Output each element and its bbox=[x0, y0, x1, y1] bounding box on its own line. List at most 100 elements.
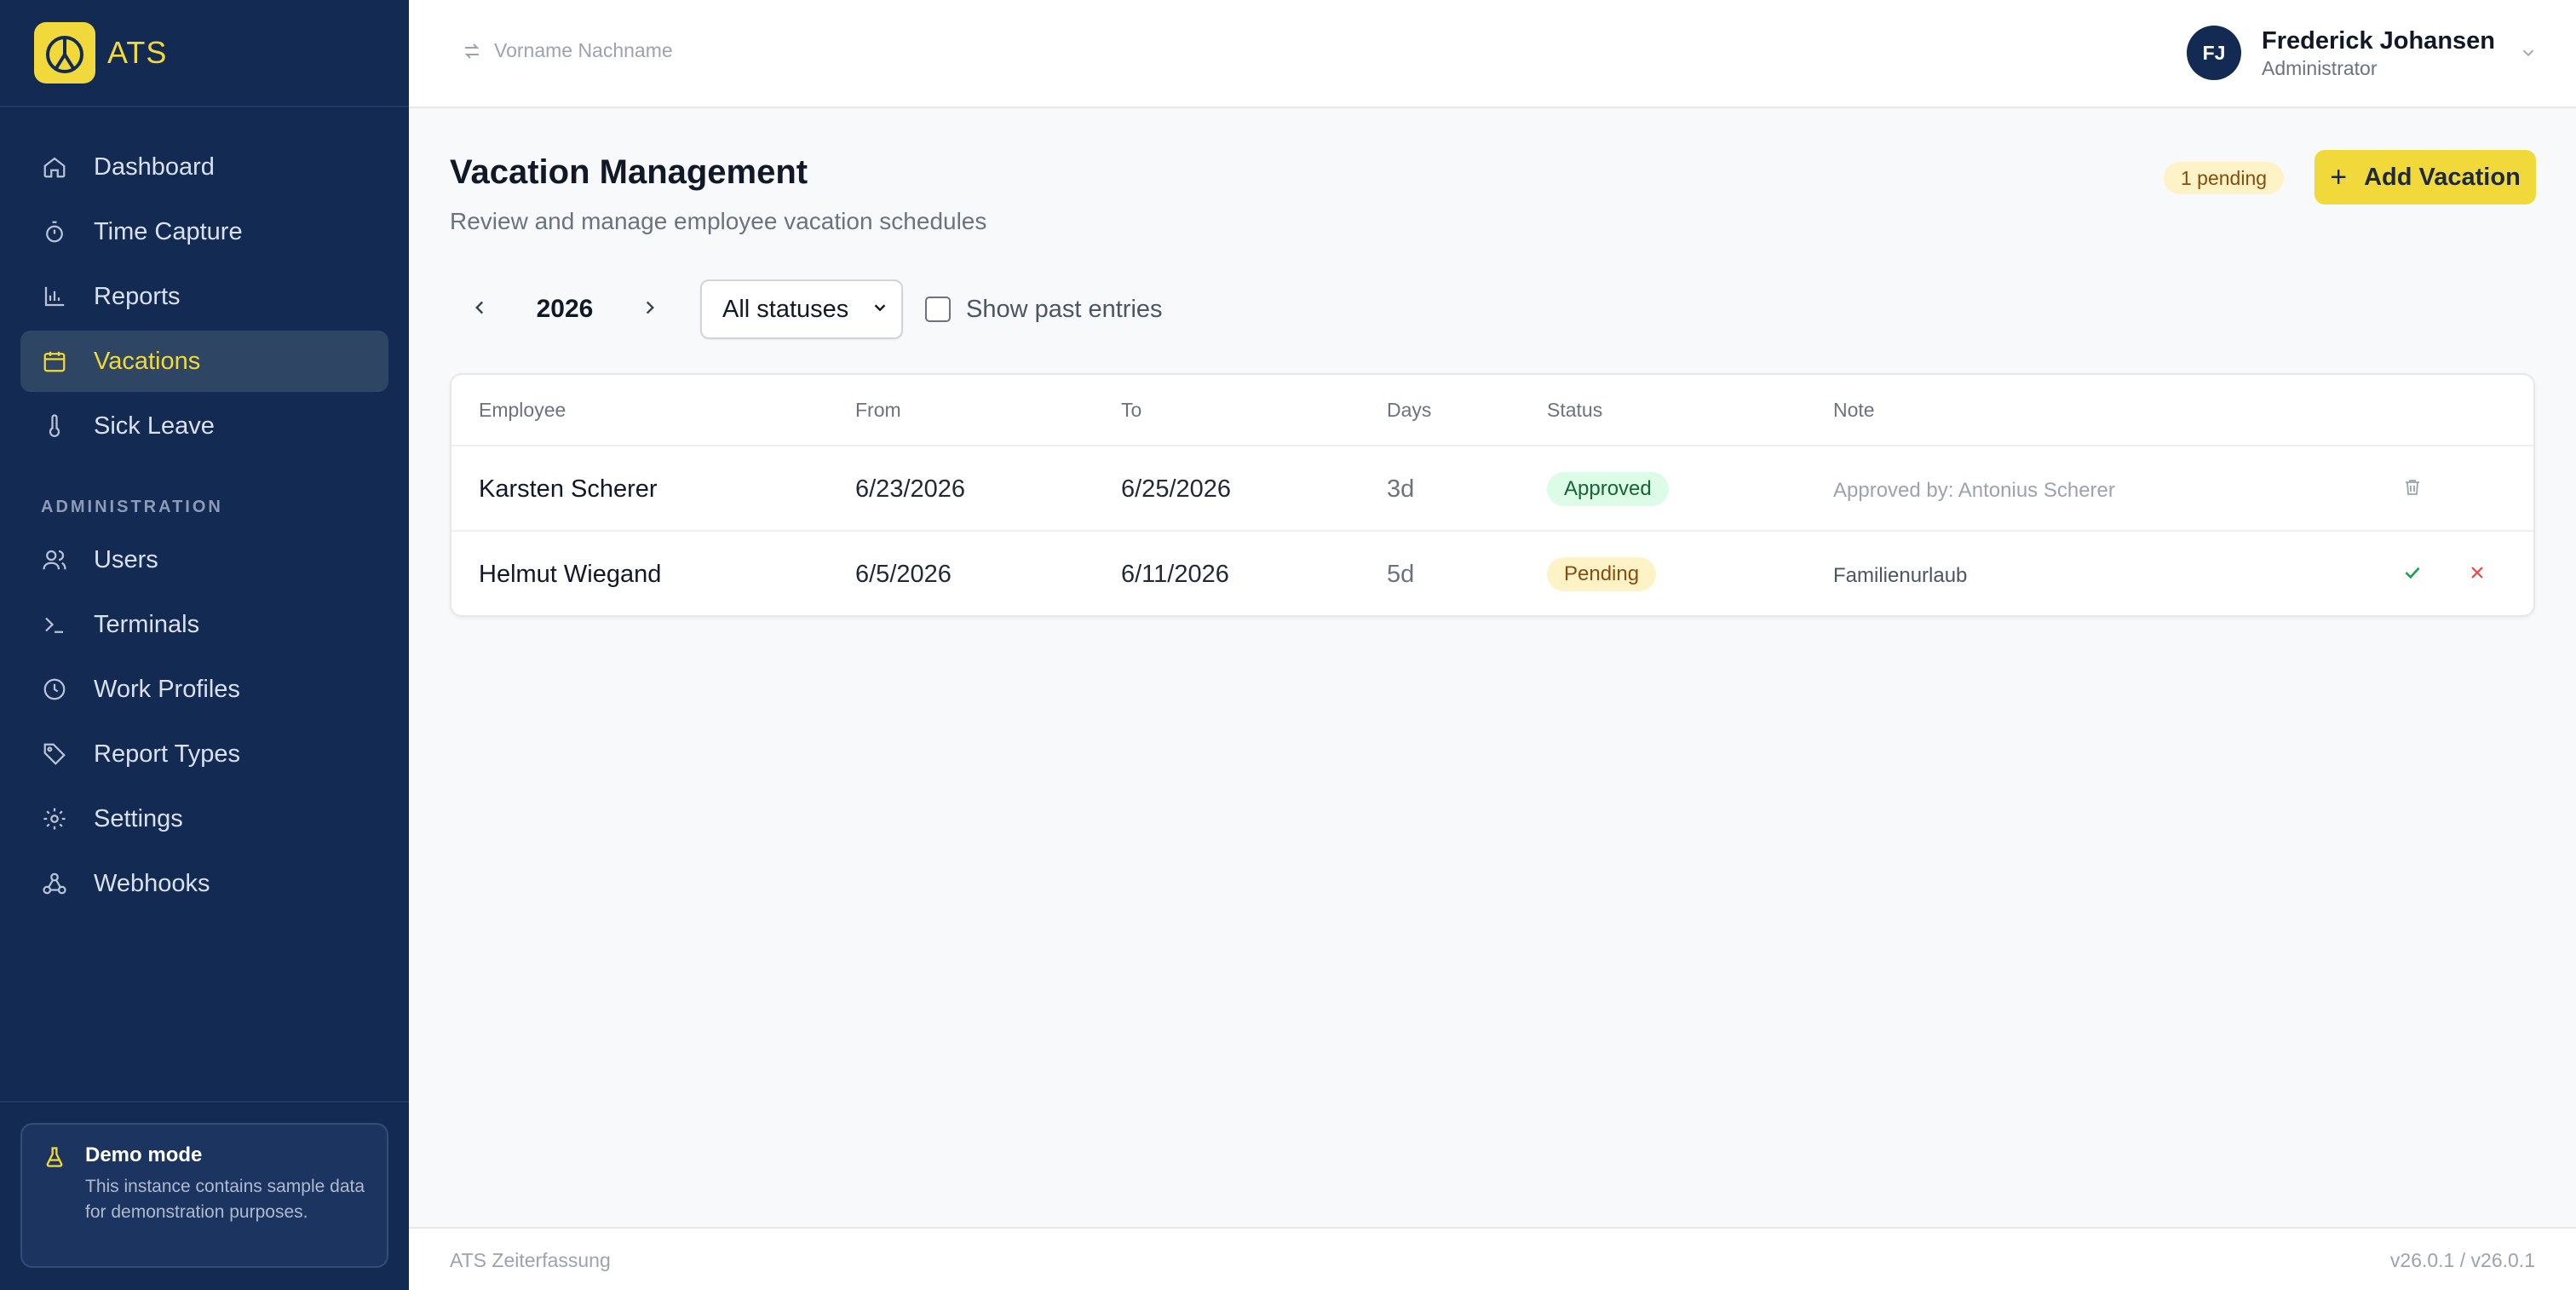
to-date: 6/25/2026 bbox=[1121, 475, 1232, 503]
swap-arrows-icon bbox=[462, 41, 482, 61]
sidebar-item-label: Dashboard bbox=[94, 153, 215, 181]
tag-icon bbox=[41, 740, 68, 768]
table-row: Karsten Scherer 6/23/2026 6/25/2026 3d A… bbox=[451, 446, 2533, 532]
sidebar-item-webhooks[interactable]: Webhooks bbox=[20, 853, 388, 914]
status-badge: Approved bbox=[1547, 472, 1669, 506]
trash-icon bbox=[2402, 477, 2423, 502]
delete-button[interactable] bbox=[2399, 475, 2426, 503]
footer: ATS Zeiterfassung v26.0.1 / v26.0.1 bbox=[409, 1227, 2576, 1290]
previous-year-button[interactable] bbox=[450, 279, 509, 339]
column-header-note: Note bbox=[1833, 399, 1875, 421]
chevron-down-icon bbox=[871, 296, 889, 324]
column-header-employee[interactable]: Employee bbox=[479, 399, 566, 422]
table-row: Helmut Wiegand 6/5/2026 6/11/2026 5d Pen… bbox=[451, 532, 2533, 617]
main-nav: Dashboard Time Capture Reports Vacations… bbox=[0, 107, 409, 914]
show-past-toggle[interactable]: Show past entries bbox=[925, 296, 1163, 324]
demo-mode-notice: Demo mode This instance contains sample … bbox=[20, 1123, 388, 1268]
status-badge: Pending bbox=[1547, 557, 1657, 591]
from-date: 6/5/2026 bbox=[855, 561, 952, 588]
sidebar-item-label: Report Types bbox=[94, 740, 240, 768]
sidebar-item-terminals[interactable]: Terminals bbox=[20, 594, 388, 655]
sidebar-item-label: Sick Leave bbox=[94, 412, 215, 440]
days-count: 3d bbox=[1387, 475, 1415, 503]
thermometer-icon bbox=[41, 412, 68, 440]
days-count: 5d bbox=[1387, 561, 1415, 588]
chevron-right-icon bbox=[639, 297, 661, 323]
demo-text: This instance contains sample data for d… bbox=[85, 1177, 365, 1222]
column-header-from[interactable]: From bbox=[855, 399, 901, 422]
brand-name: ATS bbox=[107, 35, 168, 70]
clock-icon bbox=[41, 676, 68, 703]
sidebar-item-label: Reports bbox=[94, 282, 181, 310]
note-text: Approved by: Antonius Scherer bbox=[1833, 479, 2115, 502]
sidebar-item-sick-leave[interactable]: Sick Leave bbox=[20, 395, 388, 457]
brand[interactable]: ATS bbox=[0, 0, 409, 107]
demo-title: Demo mode bbox=[85, 1143, 203, 1166]
employee-switcher-placeholder: Vorname Nachname bbox=[494, 39, 673, 61]
column-header-days[interactable]: Days bbox=[1387, 399, 1431, 422]
table-header: Employee From To Days Status Note bbox=[451, 375, 2533, 446]
sidebar-item-users[interactable]: Users bbox=[20, 529, 388, 590]
chevron-down-icon bbox=[2519, 43, 2538, 62]
sidebar-divider bbox=[0, 1101, 409, 1103]
employee-name: Karsten Scherer bbox=[479, 475, 658, 503]
employee-name: Helmut Wiegand bbox=[479, 561, 662, 588]
bar-chart-icon bbox=[41, 283, 68, 310]
sidebar-item-settings[interactable]: Settings bbox=[20, 788, 388, 849]
sidebar-item-report-types[interactable]: Report Types bbox=[20, 723, 388, 785]
year-display: 2026 bbox=[536, 295, 594, 323]
flask-icon bbox=[43, 1143, 66, 1266]
chevron-left-icon bbox=[469, 297, 491, 323]
user-menu[interactable]: FJ Frederick Johansen Administrator bbox=[2187, 26, 2538, 80]
page-title: Vacation Management bbox=[450, 153, 808, 191]
sidebar-item-label: Settings bbox=[94, 804, 183, 832]
sidebar-item-label: Time Capture bbox=[94, 217, 243, 245]
show-past-checkbox[interactable] bbox=[925, 297, 951, 322]
sidebar-item-work-profiles[interactable]: Work Profiles bbox=[20, 659, 388, 720]
footer-version: v26.0.1 / v26.0.1 bbox=[2389, 1249, 2535, 1271]
avatar: FJ bbox=[2187, 26, 2241, 80]
sidebar-item-time-capture[interactable]: Time Capture bbox=[20, 201, 388, 262]
user-name: Frederick Johansen bbox=[2262, 27, 2495, 55]
plus-icon: + bbox=[2330, 160, 2348, 193]
sidebar-item-label: Webhooks bbox=[94, 869, 210, 897]
footer-app-name: ATS Zeiterfassung bbox=[450, 1249, 611, 1271]
stopwatch-icon bbox=[41, 218, 68, 245]
column-header-status[interactable]: Status bbox=[1547, 399, 1602, 422]
next-year-button[interactable] bbox=[620, 279, 680, 339]
status-filter-value: All statuses bbox=[722, 295, 849, 323]
column-header-to[interactable]: To bbox=[1121, 399, 1141, 422]
to-date: 6/11/2026 bbox=[1121, 561, 1229, 588]
show-past-label: Show past entries bbox=[966, 295, 1163, 323]
vacation-table: Employee From To Days Status Note Karste… bbox=[450, 373, 2535, 617]
status-filter-select[interactable]: All statuses bbox=[700, 279, 903, 339]
calendar-icon bbox=[41, 348, 68, 375]
reject-button[interactable] bbox=[2464, 561, 2491, 588]
add-vacation-label: Add Vacation bbox=[2364, 163, 2521, 191]
sidebar-item-dashboard[interactable]: Dashboard bbox=[20, 136, 388, 198]
close-icon bbox=[2467, 562, 2487, 587]
add-vacation-button[interactable]: + Add Vacation bbox=[2314, 150, 2536, 204]
sidebar: ATS Dashboard Time Capture Reports Vacat… bbox=[0, 0, 409, 1290]
pending-count-badge: 1 pending bbox=[2164, 162, 2285, 194]
sidebar-item-label: Vacations bbox=[94, 347, 201, 375]
employee-switcher[interactable]: Vorname Nachname bbox=[462, 39, 673, 62]
note-text: Familienurlaub bbox=[1833, 564, 1968, 587]
check-icon bbox=[2401, 561, 2424, 588]
sidebar-item-vacations[interactable]: Vacations bbox=[20, 331, 388, 392]
approve-button[interactable] bbox=[2399, 561, 2426, 588]
from-date: 6/23/2026 bbox=[855, 475, 966, 503]
sidebar-item-label: Work Profiles bbox=[94, 675, 240, 703]
users-icon bbox=[41, 546, 68, 573]
terminal-icon bbox=[41, 611, 68, 638]
sidebar-item-reports[interactable]: Reports bbox=[20, 266, 388, 327]
page-subtitle: Review and manage employee vacation sche… bbox=[450, 208, 987, 234]
sidebar-item-label: Terminals bbox=[94, 610, 200, 638]
home-icon bbox=[41, 153, 68, 181]
gear-icon bbox=[41, 805, 68, 832]
filter-bar: 2026 All statuses Show past entries bbox=[450, 279, 1163, 339]
webhook-icon bbox=[41, 870, 68, 897]
admin-section-heading: ADMINISTRATION bbox=[41, 498, 223, 516]
sidebar-item-label: Users bbox=[94, 545, 158, 573]
gauge-logo-icon bbox=[34, 22, 95, 84]
